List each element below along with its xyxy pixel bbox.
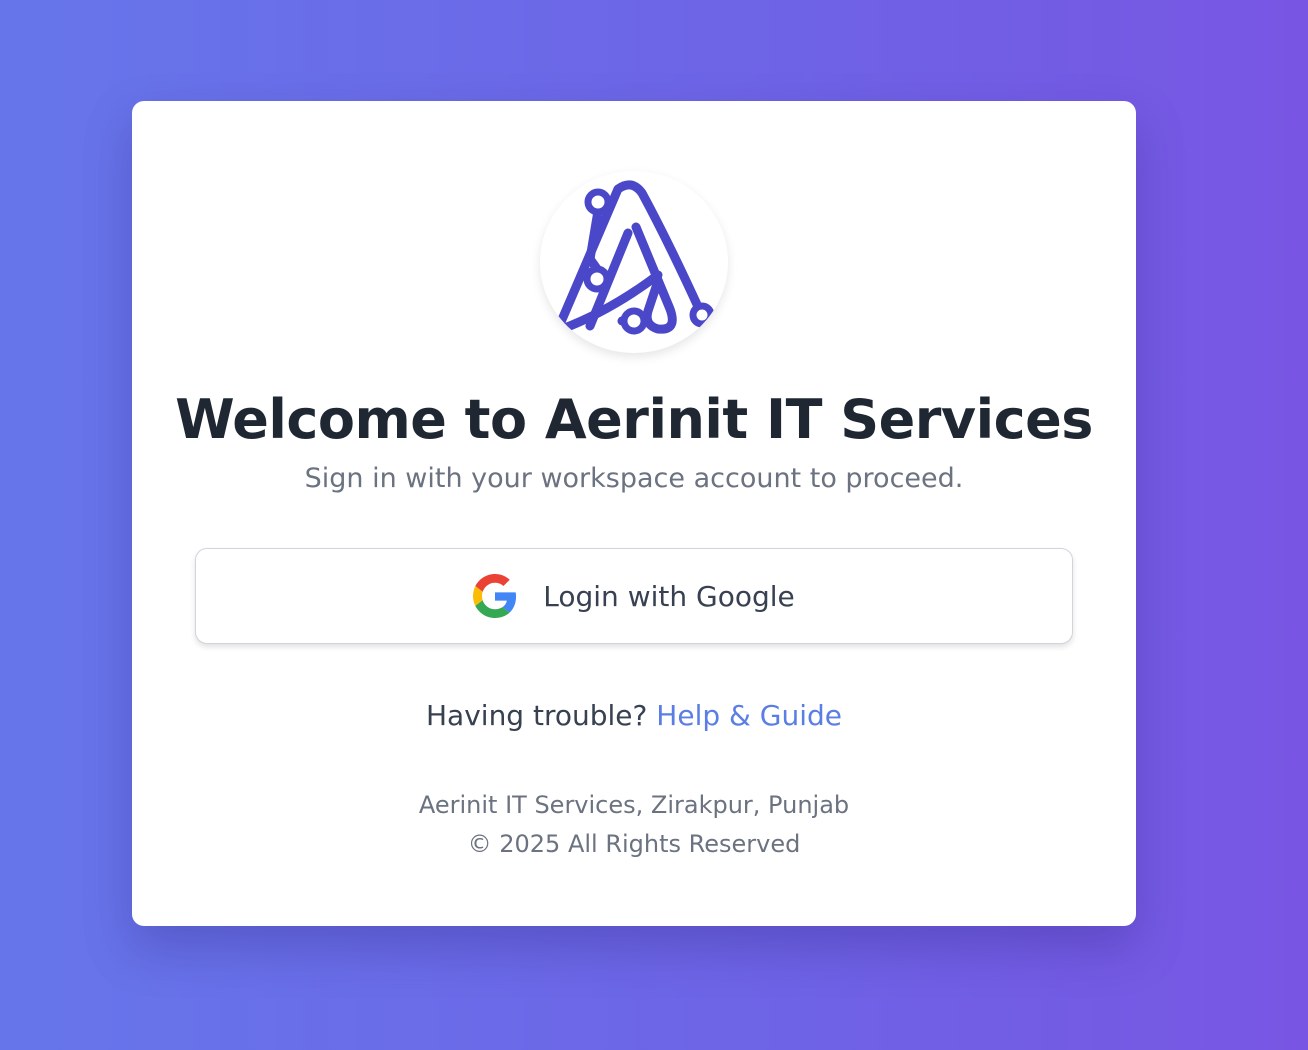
login-card: Welcome to Aerinit IT Services Sign in w… <box>132 101 1136 926</box>
login-with-google-label: Login with Google <box>543 579 795 613</box>
help-prompt: Having trouble? <box>426 699 648 732</box>
login-with-google-button[interactable]: Login with Google <box>195 548 1073 644</box>
page-title: Welcome to Aerinit IT Services <box>175 388 1093 451</box>
help-guide-link[interactable]: Help & Guide <box>656 699 842 732</box>
logo-badge <box>540 171 728 353</box>
page-subtitle: Sign in with your workspace account to p… <box>304 463 964 494</box>
help-row: Having trouble? Help & Guide <box>132 697 1136 735</box>
footer-address: Aerinit IT Services, Zirakpur, Punjab <box>418 791 850 819</box>
aerinit-logo-icon <box>553 180 715 335</box>
google-g-icon <box>473 574 517 618</box>
footer-copyright: © 2025 All Rights Reserved <box>467 830 801 858</box>
